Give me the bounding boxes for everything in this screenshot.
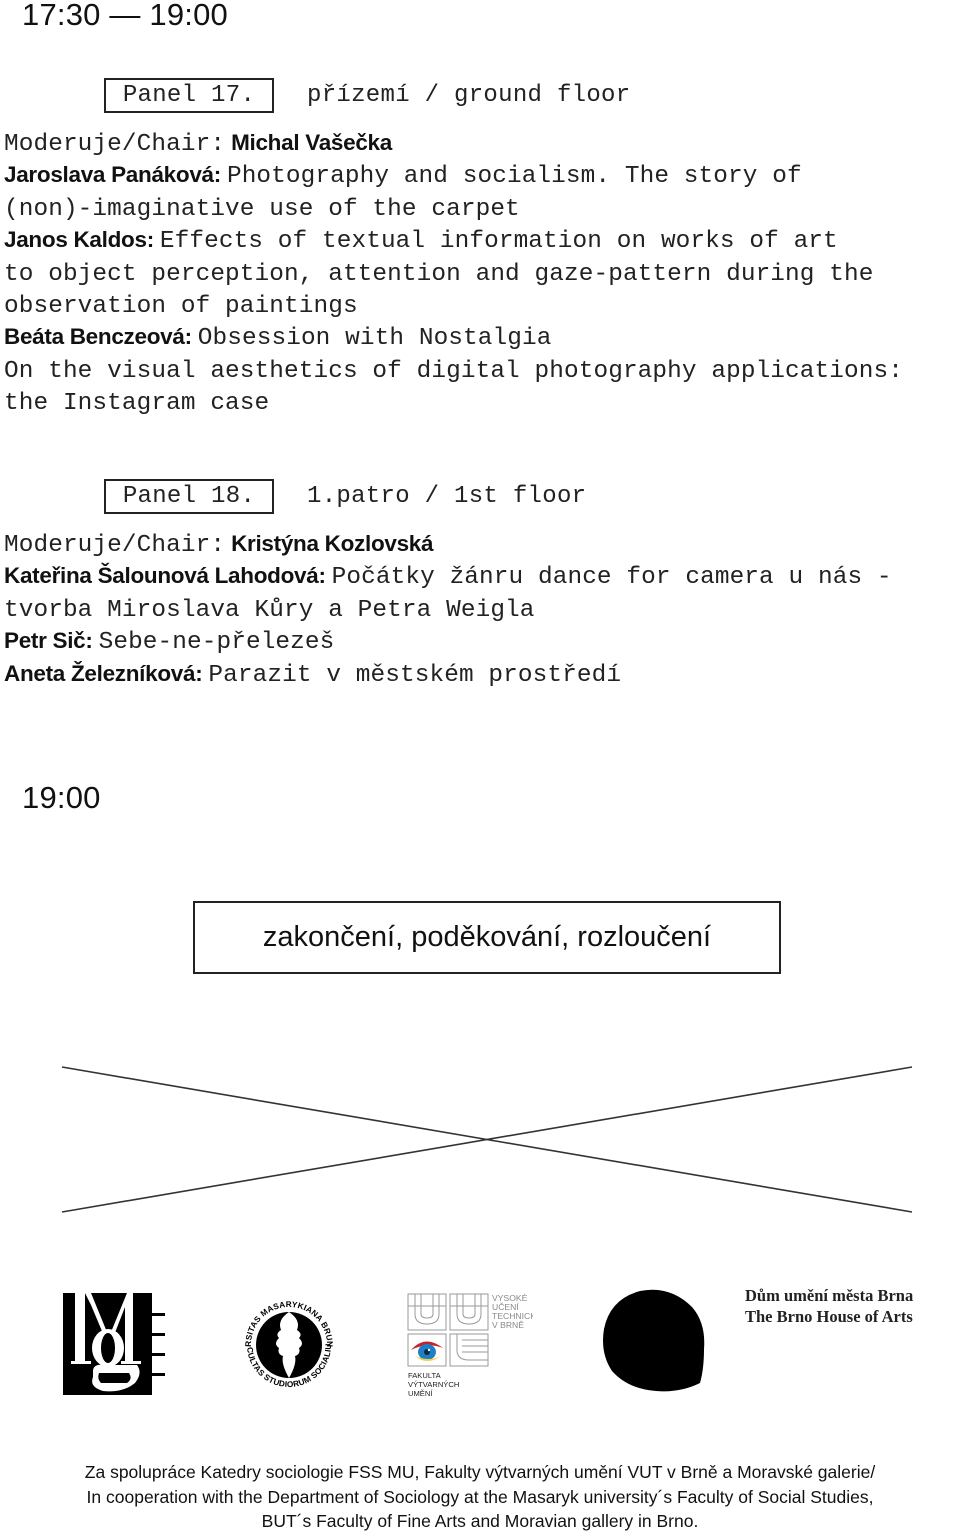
talk-speaker-line: Aneta Železníková: Parazit v městském pro… [4,658,954,690]
talk-title: (non)-imaginative use of the carpet [4,195,520,223]
talk-speaker: Jaroslava Panáková: [4,162,221,188]
vut-ffa-logo: VYSOKÉ UČENÍ TECHNICKÉ V BRNĚ FAKULTA VÝ… [407,1293,533,1398]
talk-speaker-line: Beáta Benczeová: Obsession with Nostalgia [4,321,954,353]
talk-title: Sebe-ne-přelezeš [98,629,335,657]
panel-18-header: Panel 18. 1.patro / 1st floor [104,478,586,514]
talk-speaker-line: Kateřina Šalounová Lahodová: Počátky žánr… [4,560,954,592]
panel-17-label: Panel 17. [104,77,274,113]
brno-house-line-cz: Dům umění města Brna [745,1286,914,1305]
talk-title: observation of paintings [4,292,358,320]
panel-17-header: Panel 17. přízemí / ground floor [104,77,630,113]
talk-speaker: Kateřina Šalounová Lahodová: [4,563,326,589]
panel-17-chair: Moderuje/Chair: Michal Vašečka [4,127,954,159]
talk-speaker-line: Janos Kaldos: Effects of textual informat… [4,224,954,256]
talk-speaker: Petr Sič: [4,628,93,654]
chair-name: Michal Vašečka [231,130,392,155]
chair-label: Moderuje/Chair: [4,532,226,559]
panel-18-label: Panel 18. [104,478,274,514]
panel-18-chair: Moderuje/Chair: Kristýna Kozlovská [4,528,954,560]
cross-divider [61,1066,913,1213]
footer-line: Za spolupráce Katedry sociologie FSS MU,… [84,1462,876,1482]
talk-speaker: Beáta Benczeová: [4,324,192,350]
talk-title: the Instagram case [4,390,270,418]
panel-17-floor: přízemí / ground floor [307,81,631,109]
panel-17-program: Moderuje/Chair: Michal Vašečka Jaroslava … [4,127,954,419]
talk-title: Photography and socialism. The story of [226,163,802,191]
moravian-gallery-logo [63,1293,165,1395]
talk-title: Obsession with Nostalgia [197,325,552,353]
cooperation-footer: Za spolupráce Katedry sociologie FSS MU,… [0,1460,960,1534]
session-time-heading: 17:30 — 19:00 [22,0,228,32]
talk-title: to object perception, attention and gaze… [4,260,874,288]
black-blob-logo [603,1289,705,1392]
favu-line: FAKULTA [408,1371,442,1380]
fss-mu-seal-logo: UNIVERSITAS MASARYKIANA BRUNENSIS FACULT… [237,1290,334,1389]
footer-line: In cooperation with the Department of So… [86,1486,874,1507]
talk-speaker: Aneta Železníková: [4,660,203,686]
chair-name: Kristýna Kozlovská [231,531,434,556]
talk-speaker-line: Petr Sič: Sebe-ne-přelezeš [4,625,954,657]
talk-title: Effects of textual information on works … [159,228,838,256]
talk-title: Počátky žánru dance for camera u nás - [331,564,892,592]
brno-house-line-en: The Brno House of Arts [745,1306,913,1326]
closing-box: zakončení, poděkování, rozloučení [193,901,781,974]
favu-line: VÝTVARNÝCH [408,1380,459,1389]
favu-line: UMĚNÍ [408,1389,433,1398]
talk-speaker-line: Jaroslava Panáková: Photography and socia… [4,159,954,191]
talk-title: Parazit v městském prostředí [208,661,622,689]
footer-line: BUT´s Faculty of Fine Arts and Moravian … [261,1511,699,1531]
panel-18-floor: 1.patro / 1st floor [307,482,587,510]
closing-time-heading: 19:00 [22,780,101,815]
chair-label: Moderuje/Chair: [4,131,226,158]
panel-18-program: Moderuje/Chair: Kristýna Kozlovská Kateři… [4,528,954,690]
talk-title: tvorba Miroslava Kůry a Petra Weigla [4,596,535,624]
talk-speaker: Janos Kaldos: [4,227,154,253]
vut-line: V BRNĚ [492,1320,524,1330]
brno-house-of-arts-logo: Dům umění města Brna The Brno House of A… [745,1286,913,1327]
talk-title: On the visual aesthetics of digital phot… [4,357,903,385]
